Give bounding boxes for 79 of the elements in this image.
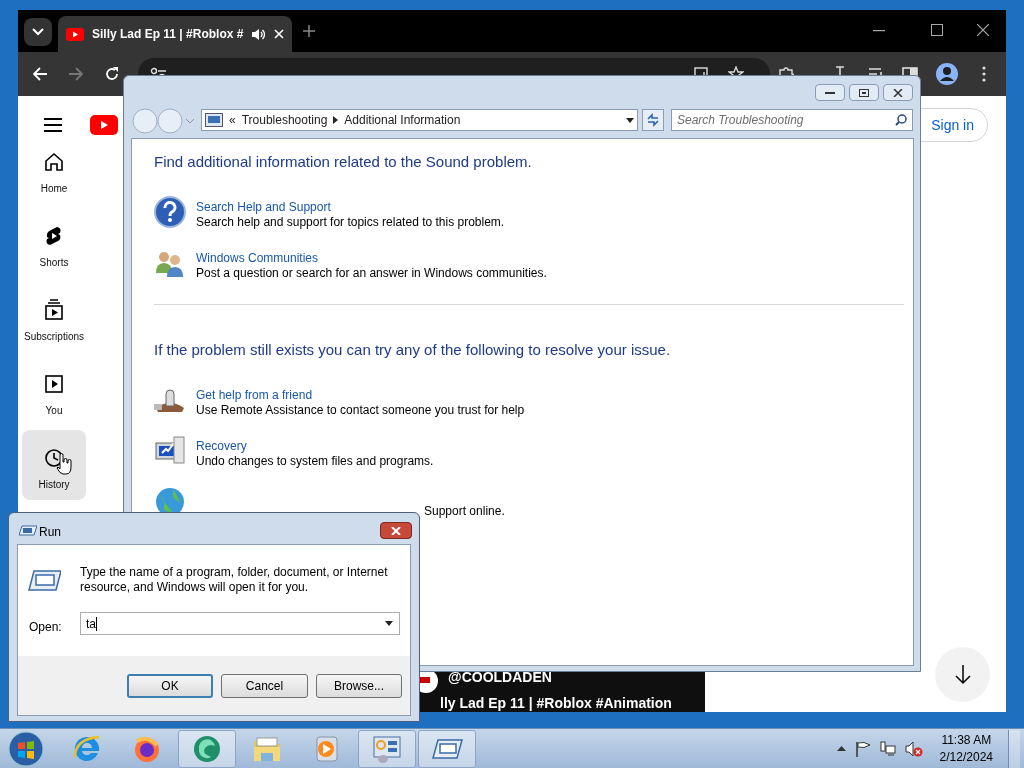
taskbar-button[interactable]: [358, 729, 416, 768]
help-link[interactable]: Search Help and Support: [196, 200, 505, 215]
profile-icon[interactable]: [936, 63, 958, 85]
help-link[interactable]: Get help from a friend: [196, 388, 525, 403]
taskbar-button[interactable]: [178, 729, 236, 768]
overflow-chevron[interactable]: «: [229, 111, 236, 129]
maximize-icon: [859, 88, 869, 97]
network-icon[interactable]: [879, 740, 896, 757]
browser-tab[interactable]: Silly Lad Ep 11 | #Roblox #: [58, 16, 292, 52]
control-panel-icon: [205, 113, 223, 127]
dialog-button[interactable]: OK: [127, 674, 213, 698]
close-icon[interactable]: [977, 24, 989, 36]
sidebar-item[interactable]: Home: [22, 134, 86, 204]
close-icon: [893, 88, 903, 97]
close-button[interactable]: [380, 522, 412, 539]
back-icon[interactable]: [33, 67, 47, 81]
minimize-button[interactable]: [815, 84, 845, 101]
dialog-button[interactable]: Cancel: [221, 674, 308, 698]
reload-icon[interactable]: [105, 67, 119, 81]
new-tab-icon[interactable]: [303, 25, 315, 37]
clock[interactable]: 11:38 AM 2/12/2024: [939, 731, 993, 766]
open-label: Open:: [29, 619, 62, 636]
arrow-down-icon: [954, 664, 971, 685]
home-icon: [43, 151, 65, 173]
caret-up-icon[interactable]: [836, 746, 846, 751]
forward-icon[interactable]: [69, 67, 83, 81]
refresh-icon: [646, 113, 660, 127]
sidebar-item[interactable]: History: [22, 430, 86, 500]
help-link[interactable]: Recovery: [196, 439, 434, 454]
video-title: lly Lad Ep 11 | #Roblox #Animation: [440, 695, 672, 711]
item-description: Support online.: [424, 504, 505, 519]
item-description: Undo changes to system files and programs.: [196, 454, 434, 469]
dropdown-arrow-icon[interactable]: [385, 621, 393, 626]
search-field[interactable]: Search Troubleshooting: [671, 109, 913, 131]
speaker-icon: [251, 27, 266, 41]
section-heading: If the problem still exists you can try any of the following to resolve your issue.: [154, 340, 672, 360]
run-icon: [28, 570, 61, 591]
search-icon: [895, 114, 907, 126]
speaker-muted-icon[interactable]: [904, 740, 923, 757]
youtube-logo-icon[interactable]: [90, 115, 118, 135]
open-input[interactable]: ta: [80, 612, 400, 635]
run-icon: [19, 525, 37, 536]
breadcrumb-item[interactable]: Additional Information: [344, 111, 461, 129]
menu-icon[interactable]: [44, 118, 62, 132]
sidebar-item[interactable]: Shorts: [22, 208, 86, 278]
section-heading: Find additional information related to the Sound problem.: [154, 152, 533, 172]
close-icon: [391, 526, 401, 535]
tab-title: Silly Lad Ep 11 | #Roblox #: [92, 26, 244, 43]
hand-cursor-icon: [56, 453, 72, 475]
subscriptions-icon: [43, 299, 65, 321]
help-icon: [154, 196, 186, 228]
recovery-icon: [154, 435, 186, 467]
channel-name: @COOLDADEN: [448, 668, 552, 687]
sidebar-item[interactable]: Subscriptions: [22, 282, 86, 352]
dialog-button[interactable]: Browse...: [316, 674, 402, 698]
breadcrumb-arrow-icon[interactable]: [333, 116, 339, 124]
chevron-down-icon: [32, 28, 44, 36]
close-button[interactable]: [883, 84, 913, 101]
flag-icon[interactable]: [854, 740, 871, 757]
item-description: Search help and support for topics related to this problem.: [196, 215, 505, 230]
minimize-icon[interactable]: [873, 30, 885, 32]
tab-list-button[interactable]: [24, 18, 52, 46]
breadcrumb-item[interactable]: Troubleshooting: [241, 111, 328, 129]
you-icon: [43, 373, 65, 395]
dialog-message: Type the name of a program, folder, document, or Internet resource, and Windows will open it for you.: [80, 565, 389, 595]
start-button-icon[interactable]: [8, 730, 44, 767]
youtube-logo-icon: [66, 27, 84, 41]
address-bar[interactable]: « Troubleshooting Additional Information: [201, 109, 638, 131]
show-desktop-button[interactable]: [1008, 729, 1020, 768]
sidebar-item[interactable]: You: [22, 356, 86, 426]
maximize-button[interactable]: [849, 84, 879, 101]
dialog-title: Run: [39, 524, 61, 541]
help-link[interactable]: Windows Communities: [196, 251, 547, 266]
maximize-icon[interactable]: [931, 24, 943, 36]
refresh-button[interactable]: [642, 109, 664, 131]
item-description: Post a question or search for an answer in Windows communities.: [196, 266, 547, 281]
taskbar-button[interactable]: [418, 729, 476, 768]
item-description: Use Remote Assistance to contact someone you trust for help: [196, 403, 525, 418]
dropdown-arrow-icon[interactable]: [626, 117, 634, 123]
